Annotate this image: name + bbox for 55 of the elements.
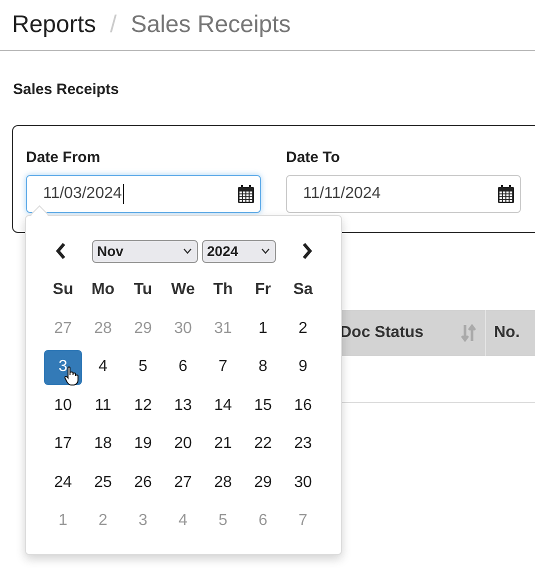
calendar-day[interactable]: 19 [124,427,162,462]
calendar-day[interactable]: 11 [84,388,122,423]
calendar-day[interactable]: 21 [204,427,242,462]
calendar-day[interactable]: 27 [164,466,202,500]
weekday-label: Mo [90,280,116,300]
date-field[interactable]: 11/03/2024 [26,175,261,213]
calendar-day[interactable]: 6 [164,350,202,384]
caret-icon [261,248,270,254]
weekday-label: Th [212,280,234,300]
calendar-day[interactable]: 12 [124,388,162,423]
calendar-icon[interactable] [498,185,514,203]
calendar-icon[interactable] [238,185,254,203]
calendar-day[interactable]: 28 [204,466,242,500]
weekday-label: Fr [254,280,272,300]
calendar-day[interactable]: 4 [84,350,122,384]
calendar-day[interactable]: 9 [284,350,322,384]
field-label: Date To [286,149,341,166]
chevron-right-icon [302,243,313,259]
calendar-day[interactable]: 18 [84,427,122,462]
calendar-day[interactable]: 13 [164,388,202,423]
calendar-day[interactable]: 26 [124,466,162,500]
month-select[interactable]: Nov [92,240,198,262]
calendar-day[interactable]: 10 [44,388,82,423]
field-label: Date From [26,149,102,166]
date-field[interactable]: 11/11/2024 [286,175,521,213]
calendar-day[interactable]: 7 [204,350,242,384]
calendar-day[interactable]: 23 [284,427,322,462]
calendar-day[interactable]: 29 [244,466,282,500]
calendar-day[interactable]: 8 [244,350,282,384]
calendar-day[interactable]: 1 [244,312,282,346]
calendar-day[interactable]: 25 [84,466,122,500]
caret-icon [183,248,192,254]
breadcrumb-current: Sales Receipts [130,11,291,39]
calendar-day[interactable]: 22 [244,427,282,462]
section-title: Sales Receipts [12,80,120,96]
next-month-button[interactable] [302,243,313,259]
year-select[interactable]: 2024 [202,240,276,262]
calendar-day[interactable]: 15 [244,388,282,423]
breadcrumb-separator: / [110,11,117,39]
column-header[interactable]: No. [485,310,535,356]
weekday-label: Tu [132,280,154,300]
calendar-day[interactable]: 24 [44,466,82,500]
calendar-day[interactable]: 2 [284,312,322,346]
weekday-label: Sa [292,280,314,300]
weekday-label: Su [52,280,74,300]
calendar-day[interactable]: 14 [204,388,242,423]
calendar-day[interactable]: 17 [44,427,82,462]
calendar-day[interactable]: 5 [124,350,162,384]
calendar-day[interactable]: 20 [164,427,202,462]
chevron-left-icon [55,243,66,259]
calendar-day[interactable]: 30 [284,466,322,500]
calendar-day[interactable]: 16 [284,388,322,423]
breadcrumb-link[interactable]: Reports [12,11,96,39]
weekday-label: We [170,280,196,300]
previous-month-button[interactable] [55,243,66,259]
